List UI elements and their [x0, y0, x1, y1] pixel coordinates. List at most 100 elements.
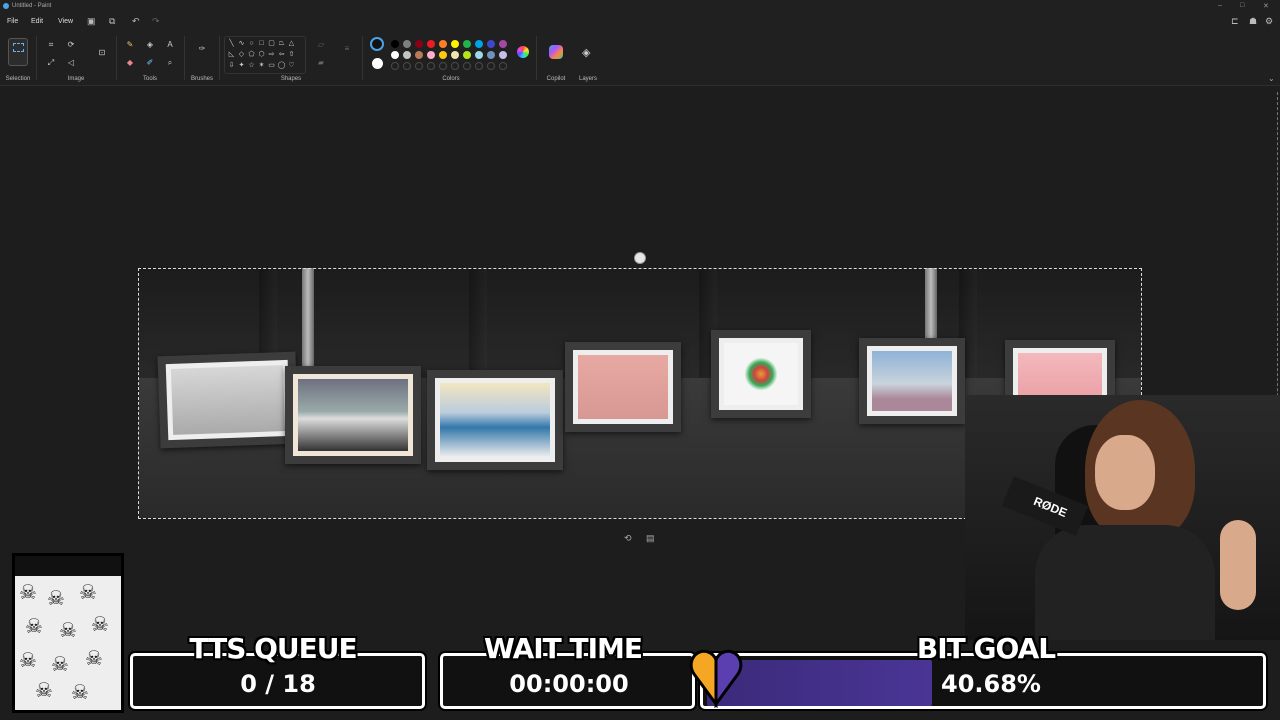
skull-icon: ☠: [19, 582, 37, 604]
share-menu-icon[interactable]: ⊏: [1231, 16, 1239, 27]
custom-color-slot[interactable]: [415, 62, 423, 70]
color-swatch[interactable]: [475, 51, 483, 59]
color-swatch[interactable]: [487, 40, 495, 48]
shape-star4-icon[interactable]: ✦: [237, 62, 246, 70]
selection-image-icon[interactable]: ▤: [646, 533, 655, 544]
secondary-color[interactable]: [372, 58, 383, 69]
close-icon[interactable]: ✕: [1263, 2, 1269, 10]
shape-polygon-icon[interactable]: ⏢: [277, 40, 286, 48]
color-swatch[interactable]: [451, 40, 459, 48]
layers-icon[interactable]: ◈: [582, 46, 590, 59]
selection-tool-button[interactable]: [8, 38, 28, 66]
framed-art-5: [711, 330, 811, 418]
custom-color-slot[interactable]: [439, 62, 447, 70]
shape-triangle-icon[interactable]: △: [287, 40, 296, 48]
custom-color-slot[interactable]: [403, 62, 411, 70]
minimize-icon[interactable]: –: [1218, 2, 1222, 9]
settings-icon[interactable]: ⚙: [1265, 16, 1273, 27]
share-icon[interactable]: ⧉: [109, 16, 115, 27]
collapse-ribbon-icon[interactable]: ⌄: [1268, 74, 1275, 83]
shape-rounded-rect-icon[interactable]: ▢: [267, 40, 276, 48]
custom-color-slot[interactable]: [391, 62, 399, 70]
shape-callout-rect-icon[interactable]: ▭: [267, 62, 276, 70]
custom-color-slot[interactable]: [499, 62, 507, 70]
menu-edit[interactable]: Edit: [31, 18, 43, 25]
color-swatch[interactable]: [487, 51, 495, 59]
framed-art-4: [565, 342, 681, 432]
shape-rectangle-icon[interactable]: □: [257, 40, 266, 48]
custom-color-slot[interactable]: [475, 62, 483, 70]
color-swatch[interactable]: [463, 40, 471, 48]
magnifier-icon[interactable]: ⌕: [165, 58, 175, 67]
custom-color-slot[interactable]: [427, 62, 435, 70]
color-swatch[interactable]: [451, 51, 459, 59]
custom-color-slot[interactable]: [487, 62, 495, 70]
group-label-copilot: Copilot: [546, 76, 566, 82]
redo-icon[interactable]: ↷: [152, 16, 160, 27]
shape-heart-icon[interactable]: ♡: [287, 62, 296, 70]
shape-pentagon-icon[interactable]: ⬠: [247, 51, 256, 59]
color-swatch[interactable]: [439, 40, 447, 48]
color-swatch[interactable]: [415, 40, 423, 48]
shape-oval-icon[interactable]: ○: [247, 40, 256, 48]
shape-line-icon[interactable]: ╲: [227, 40, 236, 48]
color-picker-icon[interactable]: ✐: [145, 58, 155, 67]
shape-arrow-up-icon[interactable]: ⇧: [287, 51, 296, 59]
shape-diamond-icon[interactable]: ◇: [237, 51, 246, 59]
color-swatch[interactable]: [427, 40, 435, 48]
rotate-icon[interactable]: ⟳: [66, 40, 76, 49]
undo-icon[interactable]: ↶: [132, 16, 140, 27]
framed-art-2: [285, 366, 421, 464]
primary-color[interactable]: [370, 37, 384, 51]
shape-hexagon-icon[interactable]: ⬡: [257, 51, 266, 59]
shape-callout-oval-icon[interactable]: ◯: [277, 62, 286, 70]
pencil-icon[interactable]: ✎: [125, 40, 135, 49]
tts-queue-title: TTS QUEUE: [189, 632, 357, 665]
shape-outline-icon[interactable]: ▱: [316, 40, 326, 49]
group-label-shapes: Shapes: [280, 76, 302, 82]
account-icon[interactable]: ☗: [1249, 16, 1257, 27]
shape-right-triangle-icon[interactable]: ◺: [227, 51, 236, 59]
color-wheel-icon[interactable]: [517, 46, 529, 58]
custom-color-slot[interactable]: [463, 62, 471, 70]
color-swatch[interactable]: [391, 40, 399, 48]
color-swatch[interactable]: [415, 51, 423, 59]
shape-arrow-right-icon[interactable]: ⇨: [267, 51, 276, 59]
image-options-icon[interactable]: ⊡: [97, 48, 107, 57]
text-icon[interactable]: A: [165, 40, 175, 49]
color-swatch[interactable]: [439, 51, 447, 59]
skull-icon: ☠: [51, 654, 69, 676]
shape-curve-icon[interactable]: ∿: [237, 40, 246, 48]
resize-icon[interactable]: ⤢: [46, 58, 56, 67]
save-icon[interactable]: ▣: [87, 16, 96, 27]
color-swatch[interactable]: [463, 51, 471, 59]
menu-view[interactable]: View: [58, 18, 73, 25]
shape-arrow-down-icon[interactable]: ⇩: [227, 62, 236, 70]
copilot-icon[interactable]: [549, 45, 563, 59]
shape-size-icon[interactable]: ≡: [342, 44, 352, 53]
custom-color-slot[interactable]: [451, 62, 459, 70]
shape-arrow-left-icon[interactable]: ⇦: [277, 51, 286, 59]
group-label-colors: Colors: [442, 76, 460, 82]
color-swatch[interactable]: [499, 51, 507, 59]
color-swatch[interactable]: [475, 40, 483, 48]
eraser-icon[interactable]: ◆: [125, 58, 135, 67]
crop-icon[interactable]: ⌗: [46, 40, 56, 49]
color-swatch[interactable]: [403, 40, 411, 48]
shape-star5-icon[interactable]: ☆: [247, 62, 256, 70]
color-swatch[interactable]: [499, 40, 507, 48]
flip-icon[interactable]: ◁: [66, 58, 76, 67]
color-swatch[interactable]: [427, 51, 435, 59]
fill-icon[interactable]: ◈: [145, 40, 155, 49]
selection-rotate-icon[interactable]: ⟲: [624, 533, 632, 544]
shape-star6-icon[interactable]: ✶: [257, 62, 266, 70]
color-swatch[interactable]: [403, 51, 411, 59]
brush-icon[interactable]: ✑: [197, 44, 207, 53]
color-swatch[interactable]: [391, 51, 399, 59]
menu-file[interactable]: File: [7, 18, 18, 25]
framed-art-3: [427, 370, 563, 470]
maximize-icon[interactable]: □: [1240, 2, 1244, 9]
rotate-handle-icon[interactable]: [634, 252, 646, 264]
shapes-gallery: ╲ ∿ ○ □ ▢ ⏢ △ ◺ ◇ ⬠ ⬡ ⇨ ⇦ ⇧ ⇩ ✦ ☆ ✶ ▭ ◯ …: [224, 36, 306, 74]
shape-fill-icon[interactable]: ▰: [316, 58, 326, 67]
